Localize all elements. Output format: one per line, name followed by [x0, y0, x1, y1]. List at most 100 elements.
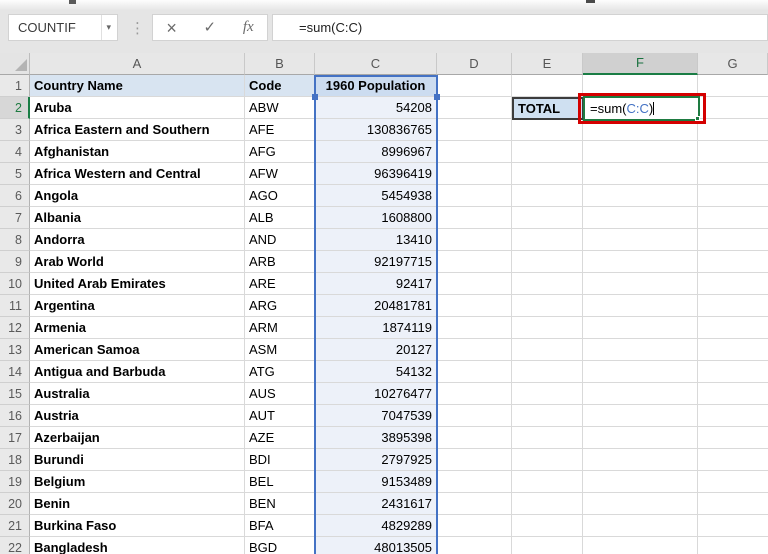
cell-empty[interactable] [512, 273, 583, 295]
cell-code[interactable]: ARM [245, 317, 315, 339]
cell-country[interactable]: Belgium [30, 471, 245, 493]
cell-empty[interactable] [512, 185, 583, 207]
cell-empty[interactable] [512, 75, 583, 97]
cell-empty[interactable] [698, 207, 768, 229]
cell-empty[interactable] [583, 493, 698, 515]
cell-empty[interactable] [437, 427, 512, 449]
cell-country[interactable]: American Samoa [30, 339, 245, 361]
cell-code[interactable]: AFE [245, 119, 315, 141]
cell-empty[interactable] [437, 273, 512, 295]
row-number[interactable]: 9 [0, 251, 30, 273]
row-number[interactable]: 22 [0, 537, 30, 554]
cell-empty[interactable] [512, 339, 583, 361]
cell-country[interactable]: Armenia [30, 317, 245, 339]
cell-empty[interactable] [583, 141, 698, 163]
row-number[interactable]: 10 [0, 273, 30, 295]
cell-empty[interactable] [698, 97, 768, 119]
cell-population[interactable]: 48013505 [315, 537, 437, 554]
cell-empty[interactable] [583, 383, 698, 405]
cell-empty[interactable] [437, 537, 512, 554]
cell-empty[interactable] [437, 405, 512, 427]
cell-empty[interactable] [583, 537, 698, 554]
cell-empty[interactable] [698, 295, 768, 317]
row-number[interactable]: 12 [0, 317, 30, 339]
cell-population[interactable]: 3895398 [315, 427, 437, 449]
cell-population[interactable]: 2431617 [315, 493, 437, 515]
row-number[interactable]: 14 [0, 361, 30, 383]
cell-empty[interactable] [512, 493, 583, 515]
cell-empty[interactable] [512, 383, 583, 405]
cell-empty[interactable] [698, 317, 768, 339]
row-number[interactable]: 2 [0, 97, 30, 119]
row-number[interactable]: 17 [0, 427, 30, 449]
cell-empty[interactable] [583, 251, 698, 273]
cell-empty[interactable] [698, 273, 768, 295]
row-number[interactable]: 11 [0, 295, 30, 317]
cell-empty[interactable] [698, 449, 768, 471]
cell-population[interactable]: 20481781 [315, 295, 437, 317]
cell-code[interactable]: BEN [245, 493, 315, 515]
cell-empty[interactable] [437, 141, 512, 163]
cell-code[interactable]: Code [245, 75, 315, 97]
cell-country[interactable]: Africa Western and Central [30, 163, 245, 185]
cell-country[interactable]: Benin [30, 493, 245, 515]
cell-population[interactable]: 7047539 [315, 405, 437, 427]
cell-empty[interactable] [437, 185, 512, 207]
cell-population[interactable]: 1874119 [315, 317, 437, 339]
cell-empty[interactable] [512, 537, 583, 554]
column-header-A[interactable]: A [30, 53, 245, 75]
cell-empty[interactable] [583, 339, 698, 361]
cell-country[interactable]: Afghanistan [30, 141, 245, 163]
cell-empty[interactable] [698, 383, 768, 405]
chevron-down-icon[interactable]: ▾ [101, 15, 111, 40]
cell-country[interactable]: Argentina [30, 295, 245, 317]
cell-empty[interactable] [698, 141, 768, 163]
cell-population[interactable]: 8996967 [315, 141, 437, 163]
cell-code[interactable]: BGD [245, 537, 315, 554]
row-number[interactable]: 4 [0, 141, 30, 163]
cell-empty[interactable] [583, 427, 698, 449]
cell-empty[interactable] [583, 405, 698, 427]
cell-country[interactable]: Azerbaijan [30, 427, 245, 449]
cell-code[interactable]: ARE [245, 273, 315, 295]
cell-country[interactable]: Burundi [30, 449, 245, 471]
row-number[interactable]: 19 [0, 471, 30, 493]
reference-handle[interactable] [312, 94, 318, 100]
cell-population[interactable]: 5454938 [315, 185, 437, 207]
cell-empty[interactable] [698, 405, 768, 427]
cell-code[interactable]: BFA [245, 515, 315, 537]
select-all-button[interactable] [0, 53, 30, 75]
row-number[interactable]: 16 [0, 405, 30, 427]
insert-function-icon[interactable]: fx [243, 19, 254, 36]
cell-empty[interactable] [512, 515, 583, 537]
row-number[interactable]: 13 [0, 339, 30, 361]
cell-country[interactable]: Austria [30, 405, 245, 427]
cell-empty[interactable] [698, 251, 768, 273]
cell-code[interactable]: ABW [245, 97, 315, 119]
cell-population[interactable]: 54132 [315, 361, 437, 383]
row-number[interactable]: 21 [0, 515, 30, 537]
cell-empty[interactable] [583, 273, 698, 295]
cell-code[interactable]: AFG [245, 141, 315, 163]
cell-empty[interactable] [583, 361, 698, 383]
cell-empty[interactable] [512, 163, 583, 185]
row-number[interactable]: 6 [0, 185, 30, 207]
enter-icon[interactable]: ✓ [204, 20, 217, 35]
cell-empty[interactable] [698, 537, 768, 554]
cell-empty[interactable] [512, 119, 583, 141]
cell-empty[interactable] [437, 75, 512, 97]
cell-empty[interactable] [437, 361, 512, 383]
cell-population[interactable]: 9153489 [315, 471, 437, 493]
cell-empty[interactable] [512, 449, 583, 471]
cell-country[interactable]: Arab World [30, 251, 245, 273]
cell-empty[interactable] [698, 229, 768, 251]
cell-empty[interactable] [437, 163, 512, 185]
cell-code[interactable]: AZE [245, 427, 315, 449]
cell-country[interactable]: Burkina Faso [30, 515, 245, 537]
cell-empty[interactable] [512, 295, 583, 317]
cell-empty[interactable] [437, 471, 512, 493]
cell-population[interactable]: 2797925 [315, 449, 437, 471]
column-header-C[interactable]: C [315, 53, 437, 75]
cell-empty[interactable] [512, 427, 583, 449]
cell-code[interactable]: BEL [245, 471, 315, 493]
